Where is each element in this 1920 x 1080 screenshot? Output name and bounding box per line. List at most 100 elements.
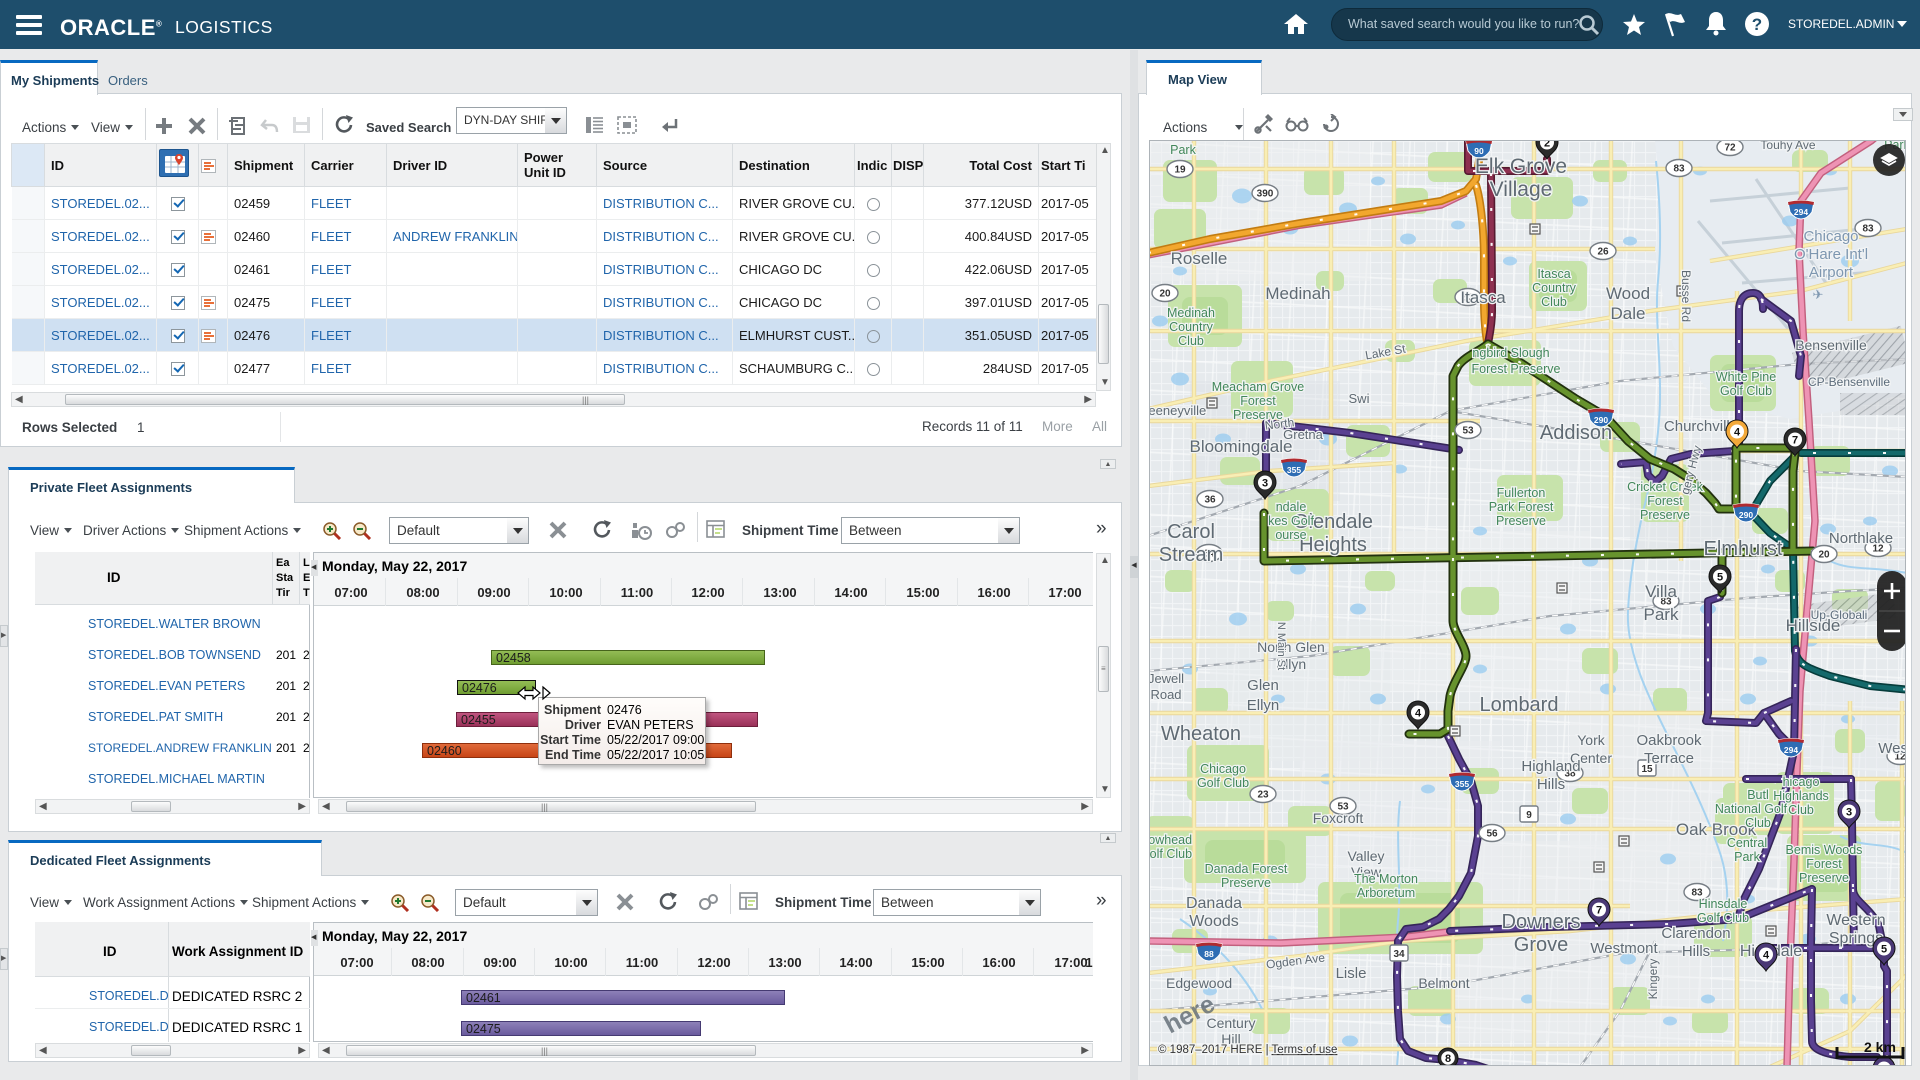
svg-text:York: York [1577, 732, 1606, 748]
svg-text:Highland: Highland [1521, 758, 1580, 775]
svg-text:Belmont: Belmont [1418, 975, 1469, 991]
svg-text:7: 7 [1596, 905, 1602, 917]
svg-text:355: 355 [1287, 465, 1301, 475]
svg-text:National Golf: National Golf [1715, 802, 1788, 816]
svg-text:Park: Park [1644, 605, 1679, 624]
svg-text:ngbird Slough: ngbird Slough [1472, 346, 1549, 360]
svg-text:Clarendon: Clarendon [1661, 925, 1730, 942]
svg-text:53: 53 [1462, 426, 1474, 437]
svg-text:Forest Preserve: Forest Preserve [1472, 362, 1561, 376]
svg-text:Touhy Ave: Touhy Ave [1760, 141, 1815, 152]
svg-text:Carol: Carol [1167, 521, 1215, 543]
svg-text:Chicago: Chicago [1803, 228, 1858, 245]
svg-text:Forest: Forest [1806, 857, 1842, 871]
svg-text:Forest: Forest [1240, 394, 1276, 408]
svg-text:Medinah: Medinah [1265, 284, 1330, 303]
svg-text:CP-Bensenville: CP-Bensenville [1808, 375, 1890, 389]
svg-text:The Morton: The Morton [1354, 872, 1418, 886]
svg-text:Golf Club: Golf Club [1697, 911, 1749, 925]
svg-text:Western: Western [1826, 912, 1885, 929]
svg-text:Danada: Danada [1186, 895, 1242, 912]
svg-text:Itasca: Itasca [1460, 288, 1506, 307]
svg-text:Preserve: Preserve [1233, 408, 1283, 422]
svg-text:Preserve: Preserve [1496, 514, 1546, 528]
svg-text:Meacham Grove: Meacham Grove [1212, 380, 1304, 394]
svg-text:Keeneyville: Keeneyville [1150, 403, 1206, 418]
svg-text:5: 5 [1881, 944, 1887, 956]
svg-text:Village: Village [1490, 178, 1553, 201]
svg-text:Airport: Airport [1809, 264, 1854, 281]
svg-text:Lisle: Lisle [1336, 965, 1367, 982]
svg-text:23: 23 [1257, 790, 1269, 801]
svg-text:4: 4 [1734, 427, 1741, 439]
svg-text:hicago: hicago [1783, 775, 1820, 789]
svg-text:Elk Grove: Elk Grove [1475, 155, 1567, 178]
svg-text:Lombard: Lombard [1480, 694, 1559, 716]
svg-text:Medinah: Medinah [1167, 306, 1215, 320]
svg-text:4: 4 [1763, 950, 1770, 962]
svg-text:2 km: 2 km [1864, 1039, 1896, 1055]
svg-text:Bensenville: Bensenville [1795, 337, 1867, 353]
svg-text:34: 34 [1393, 949, 1405, 960]
svg-text:8: 8 [1445, 1053, 1451, 1065]
svg-text:Dale: Dale [1611, 304, 1646, 323]
svg-text:Road: Road [1150, 687, 1181, 702]
svg-text:Golf Club: Golf Club [1720, 384, 1772, 398]
svg-text:Country: Country [1169, 320, 1214, 334]
svg-text:20: 20 [1818, 550, 1830, 561]
svg-text:kes Golf: kes Golf [1268, 514, 1314, 528]
svg-text:294: 294 [1794, 207, 1808, 217]
svg-text:Club: Club [1178, 334, 1204, 348]
svg-text:Danada Forest: Danada Forest [1205, 862, 1288, 876]
svg-text:26: 26 [1597, 247, 1609, 258]
svg-text:✈: ✈ [1813, 287, 1824, 302]
svg-text:Fullerton: Fullerton [1497, 486, 1546, 500]
svg-text:Roselle: Roselle [1171, 249, 1228, 268]
svg-text:Highlands: Highlands [1773, 789, 1829, 803]
svg-text:ourse: ourse [1275, 528, 1306, 542]
svg-text:Club: Club [1788, 803, 1814, 817]
svg-text:Wheaton: Wheaton [1161, 723, 1241, 745]
svg-text:Itasca: Itasca [1537, 267, 1570, 281]
svg-text:4: 4 [1415, 708, 1422, 720]
svg-text:Westc: Westc [1878, 740, 1906, 757]
svg-text:Forest: Forest [1647, 494, 1683, 508]
svg-text:Club: Club [1745, 816, 1771, 830]
svg-text:7: 7 [1792, 435, 1798, 447]
svg-text:Westmont: Westmont [1590, 940, 1658, 957]
svg-text:83: 83 [1673, 164, 1685, 175]
svg-text:2: 2 [1544, 141, 1550, 150]
svg-text:White Pine: White Pine [1716, 370, 1776, 384]
svg-text:Terrace: Terrace [1644, 750, 1694, 767]
svg-text:?: ? [1752, 15, 1762, 34]
svg-text:355: 355 [1455, 779, 1469, 789]
svg-text:Hills: Hills [1537, 776, 1565, 793]
svg-text:6: 6 [1881, 1064, 1887, 1066]
svg-text:Preserve: Preserve [1640, 508, 1690, 522]
svg-text:Park: Park [1734, 850, 1760, 864]
svg-text:Kingery: Kingery [1646, 959, 1660, 1000]
svg-text:294: 294 [1784, 745, 1798, 755]
svg-text:N Main St: N Main St [1275, 622, 1287, 670]
svg-text:Edgewood: Edgewood [1166, 975, 1232, 991]
svg-text:5: 5 [1717, 572, 1723, 584]
svg-text:Oakbrook: Oakbrook [1636, 732, 1702, 749]
svg-text:36: 36 [1204, 495, 1216, 506]
svg-text:Club: Club [1541, 295, 1567, 309]
svg-text:Ellyn: Ellyn [1247, 697, 1280, 714]
svg-text:19: 19 [1174, 165, 1186, 176]
svg-text:3: 3 [1846, 807, 1852, 819]
svg-text:Woods: Woods [1189, 913, 1239, 930]
svg-text:Northlake: Northlake [1829, 530, 1893, 547]
svg-text:Jewell: Jewell [1150, 671, 1184, 686]
svg-text:Preserve: Preserve [1221, 876, 1271, 890]
svg-text:ndale: ndale [1276, 500, 1307, 514]
svg-text:Hinsdale: Hinsdale [1699, 897, 1748, 911]
svg-text:290: 290 [1739, 510, 1753, 520]
svg-text:88: 88 [1204, 949, 1214, 959]
svg-text:North Glen: North Glen [1257, 639, 1325, 655]
svg-text:Butl: Butl [1747, 788, 1769, 802]
svg-text:Golf Club: Golf Club [1150, 847, 1192, 861]
svg-text:Up-Globali: Up-Globali [1811, 608, 1868, 622]
svg-text:390: 390 [1257, 189, 1274, 200]
